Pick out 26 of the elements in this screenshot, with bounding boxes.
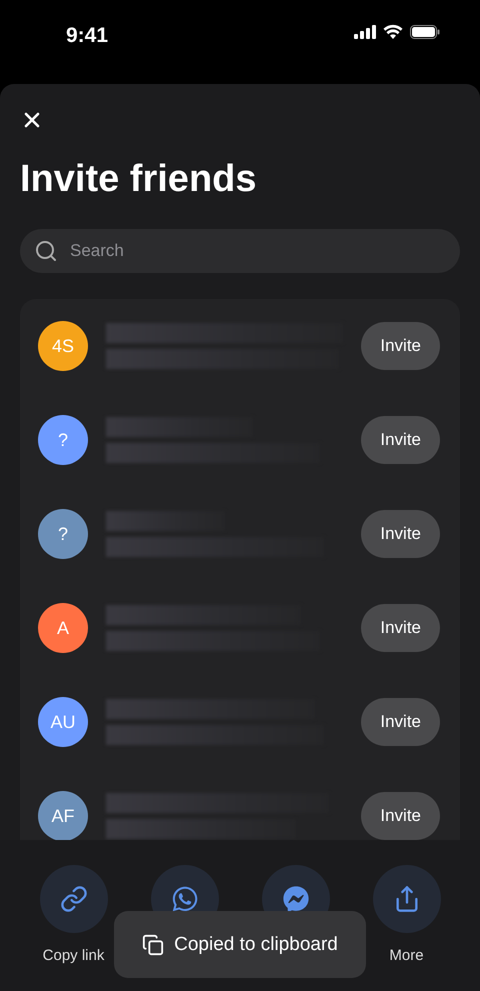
search-icon: [34, 239, 58, 263]
link-icon: [60, 885, 88, 913]
invite-button[interactable]: Invite: [361, 792, 440, 840]
invite-button[interactable]: Invite: [361, 510, 440, 558]
invite-button[interactable]: Invite: [361, 698, 440, 746]
search-field[interactable]: Search: [20, 229, 460, 273]
invite-button[interactable]: Invite: [361, 322, 440, 370]
copy-icon: [142, 934, 164, 956]
contact-avatar: AF: [38, 791, 88, 841]
invite-button[interactable]: Invite: [361, 604, 440, 652]
share-option-label: More: [389, 947, 424, 964]
contact-avatar: A: [38, 603, 88, 653]
wifi-icon: [383, 24, 403, 39]
contact-avatar: ?: [38, 509, 88, 559]
phone-bubble-icon: [170, 885, 198, 913]
share-option-label: Copy link: [42, 947, 104, 964]
signal-icon: [354, 24, 376, 38]
contact-avatar: ?: [38, 415, 88, 465]
contact-avatar: 4S: [38, 321, 88, 371]
invite-button[interactable]: Invite: [361, 416, 440, 464]
status-time: 9:41: [66, 24, 108, 48]
sheet-title: Invite friends: [20, 158, 258, 201]
toast-message: Copied to clipboard: [174, 934, 338, 956]
contact-avatar: AU: [38, 697, 88, 747]
lightning-bubble-icon: [282, 886, 308, 912]
battery-icon: [410, 24, 440, 38]
